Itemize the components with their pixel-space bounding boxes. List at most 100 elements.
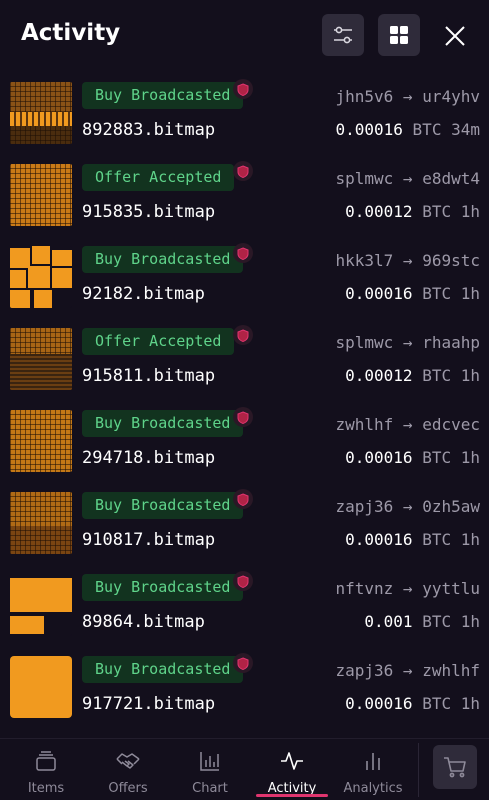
price: 0.00016 BTC 1h [345,284,480,303]
item-name[interactable]: 294718.bitmap [82,448,215,468]
bitmap-thumbnail [10,164,72,226]
status-badge: Buy Broadcasted [82,656,244,683]
transfer-addresses: jhn5v6 → ur4yhv [335,87,480,106]
price: 0.00012 BTC 1h [345,202,480,221]
sliders-icon [334,26,352,44]
from-address[interactable]: nftvnz [335,579,393,598]
transfer-addresses: nftvnz → yyttlu [335,579,480,598]
activity-row[interactable]: Buy Broadcasted 92182.bitmap hkk3l7 → 96… [0,242,489,324]
activity-row[interactable]: Buy Broadcasted 910817.bitmap zapj36 → 0… [0,488,489,570]
status-badge: Buy Broadcasted [82,246,244,273]
from-address[interactable]: splmwc [335,169,393,188]
activity-icon [280,749,304,773]
item-name[interactable]: 910817.bitmap [82,530,215,550]
activity-row[interactable]: Buy Broadcasted 917721.bitmap zapj36 → z… [0,652,489,734]
activity-list[interactable]: Buy Broadcasted 892883.bitmap jhn5v6 → u… [0,78,489,738]
from-address[interactable]: jhn5v6 [335,87,393,106]
item-name[interactable]: 917721.bitmap [82,694,215,714]
from-address[interactable]: hkk3l7 [335,251,393,270]
timestamp: 1h [460,202,480,221]
to-address[interactable]: edcvec [422,415,480,434]
to-address[interactable]: e8dwt4 [422,169,480,188]
to-address[interactable]: rhaahp [422,333,480,352]
arrow-icon: → [402,661,413,680]
bitmap-thumbnail [10,492,72,554]
item-name[interactable]: 915835.bitmap [82,202,215,222]
transfer-addresses: splmwc → rhaahp [335,333,480,352]
nav-items[interactable]: Items [14,739,78,800]
bottom-nav: Items Offers Chart Activity Analytics [0,738,489,800]
activity-row[interactable]: Offer Accepted 915811.bitmap splmwc → rh… [0,324,489,406]
arrow-icon: → [402,497,413,516]
price-amount: 0.00016 [345,530,413,549]
item-name[interactable]: 915811.bitmap [82,366,215,386]
close-button[interactable] [436,17,474,55]
filter-button[interactable] [322,14,364,56]
price-amount: 0.00016 [345,694,413,713]
stack-icon [35,749,57,773]
status-badge: Buy Broadcasted [82,492,244,519]
price-amount: 0.00012 [345,366,413,385]
shield-icon [233,325,253,345]
item-name[interactable]: 89864.bitmap [82,612,205,632]
price-amount: 0.00012 [345,202,413,221]
shield-icon [233,571,253,591]
grid-icon [390,26,408,44]
arrow-icon: → [402,333,413,352]
to-address[interactable]: yyttlu [422,579,480,598]
nav-label: Chart [192,781,228,796]
from-address[interactable]: zapj36 [335,661,393,680]
activity-row[interactable]: Buy Broadcasted 294718.bitmap zwhlhf → e… [0,406,489,488]
nav-activity[interactable]: Activity [259,739,325,800]
transfer-addresses: splmwc → e8dwt4 [335,169,480,188]
grid-view-button[interactable] [378,14,420,56]
timestamp: 1h [460,612,480,631]
bitmap-thumbnail [10,328,72,390]
price-currency: BTC [422,530,452,549]
page-title: Activity [21,20,121,46]
bitmap-thumbnail [10,656,72,718]
arrow-icon: → [402,415,413,434]
transfer-addresses: zwhlhf → edcvec [335,415,480,434]
shield-icon [233,489,253,509]
from-address[interactable]: zwhlhf [335,415,393,434]
close-icon [445,26,465,46]
shield-icon [233,407,253,427]
handshake-icon [115,749,141,773]
to-address[interactable]: 969stc [422,251,480,270]
price: 0.00016 BTC 34m [335,120,480,139]
nav-label: Items [27,781,65,796]
status-badge: Offer Accepted [82,164,235,191]
to-address[interactable]: ur4yhv [422,87,480,106]
activity-row[interactable]: Offer Accepted 915835.bitmap splmwc → e8… [0,160,489,242]
timestamp: 1h [460,530,480,549]
to-address[interactable]: zwhlhf [422,661,480,680]
price-currency: BTC [422,694,452,713]
from-address[interactable]: zapj36 [335,497,393,516]
nav-divider [418,743,419,797]
from-address[interactable]: splmwc [335,333,393,352]
price: 0.00016 BTC 1h [345,530,480,549]
shield-icon [233,161,253,181]
price-currency: BTC [422,366,452,385]
activity-row[interactable]: Buy Broadcasted 89864.bitmap nftvnz → yy… [0,570,489,652]
price: 0.001 BTC 1h [364,612,480,631]
timestamp: 34m [451,120,480,139]
to-address[interactable]: 0zh5aw [422,497,480,516]
nav-label: Offers [108,781,148,796]
nav-chart[interactable]: Chart [178,739,242,800]
price: 0.00012 BTC 1h [345,366,480,385]
activity-row[interactable]: Buy Broadcasted 892883.bitmap jhn5v6 → u… [0,78,489,160]
cart-button[interactable] [433,745,477,789]
status-badge: Buy Broadcasted [82,410,244,437]
item-name[interactable]: 892883.bitmap [82,120,215,140]
price-currency: BTC [422,284,452,303]
nav-analytics[interactable]: Analytics [340,739,406,800]
timestamp: 1h [460,694,480,713]
timestamp: 1h [460,284,480,303]
item-name[interactable]: 92182.bitmap [82,284,205,304]
bitmap-thumbnail [10,246,72,308]
status-badge: Buy Broadcasted [82,574,244,601]
arrow-icon: → [402,169,413,188]
nav-offers[interactable]: Offers [96,739,160,800]
